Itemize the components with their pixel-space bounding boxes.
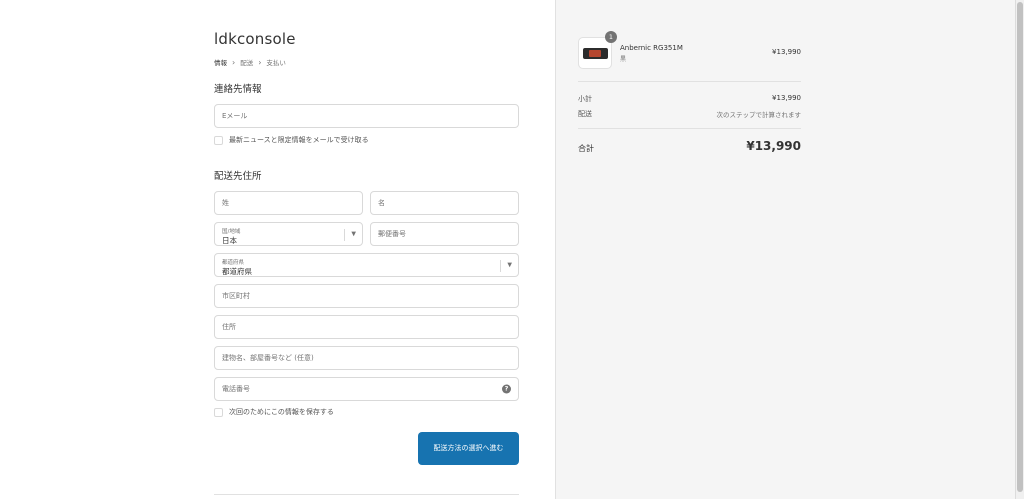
building-placeholder: 建物名、部屋番号など (任意)	[222, 354, 314, 362]
phone-field[interactable]: 電話番号 ?	[214, 377, 519, 401]
prefecture-value: 都道府県	[222, 267, 252, 276]
question-circle-icon[interactable]: ?	[502, 384, 511, 394]
email-field[interactable]: Eメール	[214, 104, 519, 128]
select-divider	[344, 229, 345, 241]
prefecture-select[interactable]: 都道府県 都道府県 ▼	[214, 253, 519, 277]
subtotal-label: 小計	[578, 95, 592, 103]
building-field[interactable]: 建物名、部屋番号など (任意)	[214, 346, 519, 370]
chevron-down-icon: ▼	[507, 261, 512, 269]
shipping-cost-value: 次のステップで計算されます	[716, 111, 802, 119]
scrollbar-thumb[interactable]	[1017, 2, 1023, 492]
chevron-right-icon: ›	[232, 57, 236, 67]
total-label: 合計	[578, 144, 594, 153]
console-screen	[589, 50, 601, 57]
city-field[interactable]: 市区町村	[214, 284, 519, 308]
vertical-scrollbar[interactable]	[1015, 0, 1024, 499]
country-value: 日本	[222, 236, 237, 245]
footer-divider	[214, 494, 519, 495]
summary-divider	[578, 128, 801, 129]
breadcrumb-payment: 支払い	[266, 59, 286, 67]
chevron-right-icon: ›	[258, 57, 262, 67]
country-select[interactable]: 国/地域 日本 ▼	[214, 222, 363, 246]
breadcrumb-shipping: 配送	[240, 59, 254, 67]
breadcrumb-info[interactable]: 情報	[214, 57, 227, 67]
last-name-field[interactable]: 姓	[214, 191, 363, 215]
product-price: ¥13,990	[772, 48, 801, 56]
shipping-cost-label: 配送	[578, 110, 592, 118]
city-placeholder: 市区町村	[222, 292, 250, 300]
product-name: Anbernic RG351M	[620, 44, 683, 52]
phone-placeholder: 電話番号	[222, 385, 250, 393]
breadcrumb: 情報 › 配送 › 支払い	[214, 57, 286, 68]
chevron-down-icon: ▼	[351, 230, 356, 238]
save-info-label: 次回のためにこの情報を保存する	[229, 408, 334, 416]
first-name-placeholder: 名	[378, 199, 385, 207]
newsletter-checkbox[interactable]	[214, 135, 223, 145]
handheld-console-image	[583, 48, 608, 59]
country-label: 国/地域	[222, 229, 241, 235]
shipping-section-title: 配送先住所	[214, 171, 262, 182]
address-placeholder: 住所	[222, 323, 236, 331]
prefecture-label: 都道府県	[222, 260, 245, 266]
quantity-badge: 1	[605, 31, 617, 43]
contact-section-title: 連絡先情報	[214, 84, 262, 95]
last-name-placeholder: 姓	[222, 199, 229, 207]
postal-code-field[interactable]: 郵便番号	[370, 222, 519, 246]
total-value: ¥13,990	[746, 139, 801, 153]
newsletter-label: 最新ニュースと限定情報をメールで受け取る	[229, 136, 369, 144]
save-info-checkbox[interactable]	[214, 407, 223, 417]
email-placeholder: Eメール	[222, 112, 248, 120]
product-variant: 黒	[620, 56, 627, 63]
address-field[interactable]: 住所	[214, 315, 519, 339]
save-info-checkbox-row[interactable]: 次回のためにこの情報を保存する	[214, 407, 334, 417]
order-summary-panel	[555, 0, 1015, 499]
postal-code-placeholder: 郵便番号	[378, 230, 406, 238]
continue-to-shipping-button[interactable]: 配送方法の選択へ進む	[418, 432, 519, 465]
newsletter-checkbox-row[interactable]: 最新ニュースと限定情報をメールで受け取る	[214, 135, 369, 145]
first-name-field[interactable]: 名	[370, 191, 519, 215]
store-name[interactable]: ldkconsole	[214, 30, 296, 48]
summary-divider	[578, 81, 801, 82]
subtotal-value: ¥13,990	[772, 94, 801, 102]
checkout-main	[0, 0, 555, 499]
select-divider	[500, 260, 501, 272]
